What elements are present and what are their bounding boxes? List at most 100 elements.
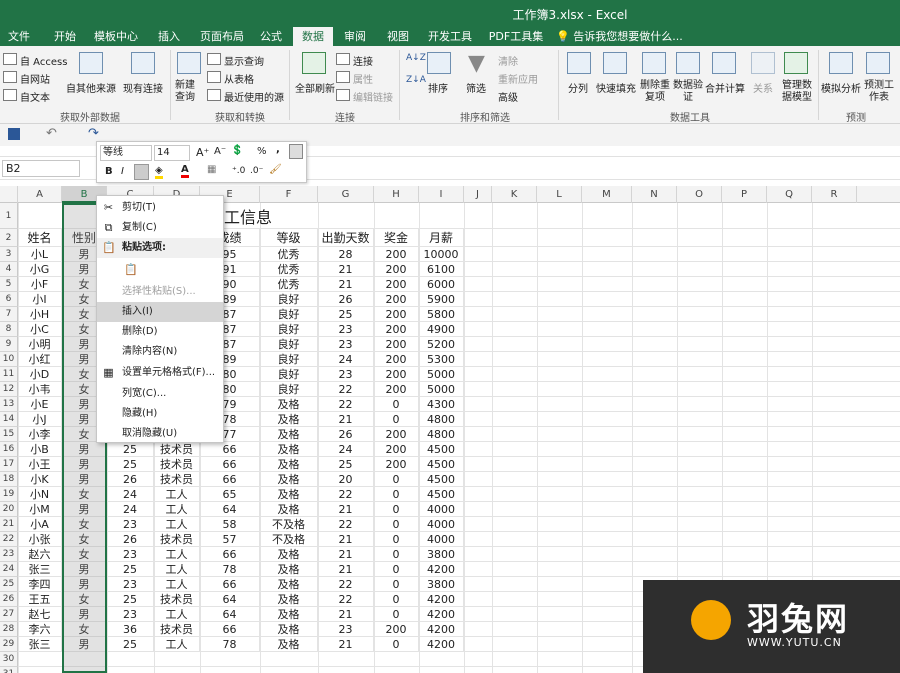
align-center-icon[interactable] bbox=[134, 164, 149, 180]
cell-f[interactable]: 及格 bbox=[260, 637, 318, 652]
cell-f[interactable]: 良好 bbox=[260, 307, 318, 322]
cell-f[interactable]: 及格 bbox=[260, 622, 318, 637]
cell-h[interactable]: 200 bbox=[374, 307, 419, 322]
save-icon[interactable] bbox=[8, 128, 20, 140]
context-item-3[interactable]: 📋 bbox=[97, 258, 223, 282]
cell-a[interactable]: 小A bbox=[18, 517, 62, 532]
cell-g[interactable]: 22 bbox=[318, 382, 374, 397]
row-header[interactable]: 13 bbox=[0, 397, 18, 412]
column-header-a[interactable]: A bbox=[18, 186, 62, 203]
cell-d[interactable]: 技术员 bbox=[154, 442, 200, 457]
cell-g[interactable]: 23 bbox=[318, 622, 374, 637]
cell-i[interactable]: 5000 bbox=[419, 382, 464, 397]
cell-c[interactable]: 23 bbox=[107, 577, 154, 592]
row-header[interactable]: 29 bbox=[0, 637, 18, 652]
cell-c[interactable]: 36 bbox=[107, 622, 154, 637]
cell-d[interactable]: 工人 bbox=[154, 637, 200, 652]
cell-i[interactable]: 6100 bbox=[419, 262, 464, 277]
cell-h[interactable]: 200 bbox=[374, 262, 419, 277]
cell-g[interactable]: 21 bbox=[318, 277, 374, 292]
cell-i[interactable]: 4000 bbox=[419, 502, 464, 517]
cell-g[interactable]: 22 bbox=[318, 487, 374, 502]
row-header[interactable]: 21 bbox=[0, 517, 18, 532]
cell-h[interactable]: 200 bbox=[374, 352, 419, 367]
edit-links-button[interactable]: 编辑链接 bbox=[353, 89, 393, 104]
cell-a[interactable]: 小N bbox=[18, 487, 62, 502]
row-header[interactable]: 31 bbox=[0, 667, 18, 673]
cell-h[interactable]: 200 bbox=[374, 442, 419, 457]
font-size-dropdown[interactable]: 14 bbox=[154, 145, 190, 161]
cell-g[interactable]: 21 bbox=[318, 412, 374, 427]
tab-5[interactable]: 公式 bbox=[258, 27, 284, 46]
cell-i[interactable]: 6000 bbox=[419, 277, 464, 292]
cell-f[interactable]: 及格 bbox=[260, 457, 318, 472]
column-header-n[interactable]: N bbox=[632, 186, 677, 203]
tab-10[interactable]: PDF工具集 bbox=[488, 27, 544, 46]
select-all-corner[interactable] bbox=[0, 186, 18, 203]
cell-a[interactable]: 小I bbox=[18, 292, 62, 307]
row-header[interactable]: 6 bbox=[0, 292, 18, 307]
cell-e[interactable]: 66 bbox=[200, 457, 260, 472]
accounting-format-icon[interactable]: 💲 bbox=[231, 145, 243, 156]
cell-a[interactable]: 张三 bbox=[18, 562, 62, 577]
row-header[interactable]: 20 bbox=[0, 502, 18, 517]
cell-h[interactable]: 0 bbox=[374, 607, 419, 622]
cell-f[interactable]: 及格 bbox=[260, 442, 318, 457]
cell-h[interactable]: 200 bbox=[374, 457, 419, 472]
cell-a[interactable]: 小K bbox=[18, 472, 62, 487]
cell-h[interactable]: 200 bbox=[374, 427, 419, 442]
context-item-6[interactable]: 删除(D) bbox=[97, 322, 223, 342]
cell-f[interactable]: 不及格 bbox=[260, 532, 318, 547]
cell-i[interactable]: 4500 bbox=[419, 487, 464, 502]
cell-e[interactable]: 78 bbox=[200, 637, 260, 652]
cell-h[interactable]: 0 bbox=[374, 562, 419, 577]
cell-e[interactable]: 66 bbox=[200, 472, 260, 487]
cell-g[interactable]: 25 bbox=[318, 457, 374, 472]
column-header-i[interactable]: I bbox=[419, 186, 464, 203]
cell-g[interactable]: 21 bbox=[318, 502, 374, 517]
cell-a[interactable]: 小明 bbox=[18, 337, 62, 352]
row-header[interactable]: 11 bbox=[0, 367, 18, 382]
cell-i[interactable]: 5800 bbox=[419, 307, 464, 322]
tab-4[interactable]: 页面布局 bbox=[198, 27, 246, 46]
cell-d[interactable]: 技术员 bbox=[154, 532, 200, 547]
cell-a[interactable]: 小韦 bbox=[18, 382, 62, 397]
cell-f[interactable]: 及格 bbox=[260, 412, 318, 427]
cell-g[interactable]: 22 bbox=[318, 577, 374, 592]
cell-g[interactable]: 23 bbox=[318, 337, 374, 352]
row-header[interactable]: 12 bbox=[0, 382, 18, 397]
column-header-k[interactable]: K bbox=[492, 186, 537, 203]
cell-g[interactable]: 25 bbox=[318, 307, 374, 322]
relationships-button[interactable]: 关系 bbox=[753, 80, 773, 95]
cell-g[interactable]: 23 bbox=[318, 322, 374, 337]
context-item-11[interactable]: 取消隐藏(U) bbox=[97, 424, 223, 444]
from-access-button[interactable]: 自 Access bbox=[20, 53, 67, 68]
cell-a[interactable]: 赵七 bbox=[18, 607, 62, 622]
cell-d[interactable]: 工人 bbox=[154, 562, 200, 577]
cell-i[interactable]: 3800 bbox=[419, 547, 464, 562]
row-header[interactable]: 30 bbox=[0, 652, 18, 667]
cell-h[interactable]: 0 bbox=[374, 502, 419, 517]
flash-fill-button[interactable]: 快速填充 bbox=[596, 80, 636, 95]
row-header[interactable]: 23 bbox=[0, 547, 18, 562]
show-queries-button[interactable]: 显示查询 bbox=[224, 53, 264, 68]
row-header[interactable]: 28 bbox=[0, 622, 18, 637]
what-if-analysis-button[interactable]: 模拟分析 bbox=[821, 80, 861, 95]
cell-g[interactable]: 出勤天数 bbox=[318, 229, 374, 247]
font-color-icon[interactable]: A bbox=[181, 164, 189, 178]
context-item-4[interactable]: 选择性粘贴(S)... bbox=[97, 282, 223, 302]
cell-f[interactable]: 良好 bbox=[260, 292, 318, 307]
row-header[interactable]: 3 bbox=[0, 247, 18, 262]
cell-e[interactable]: 58 bbox=[200, 517, 260, 532]
cell-f[interactable]: 良好 bbox=[260, 382, 318, 397]
cell-d[interactable]: 工人 bbox=[154, 547, 200, 562]
column-header-q[interactable]: Q bbox=[767, 186, 812, 203]
font-name-dropdown[interactable]: 等线 bbox=[100, 145, 152, 161]
consolidate-button[interactable]: 合并计算 bbox=[705, 80, 745, 95]
cell-g[interactable]: 22 bbox=[318, 592, 374, 607]
cell-a[interactable]: 小F bbox=[18, 277, 62, 292]
cell-h[interactable]: 0 bbox=[374, 547, 419, 562]
cell-h[interactable]: 200 bbox=[374, 367, 419, 382]
clear-button[interactable]: 清除 bbox=[498, 53, 518, 68]
name-box[interactable]: B2 bbox=[2, 160, 80, 177]
